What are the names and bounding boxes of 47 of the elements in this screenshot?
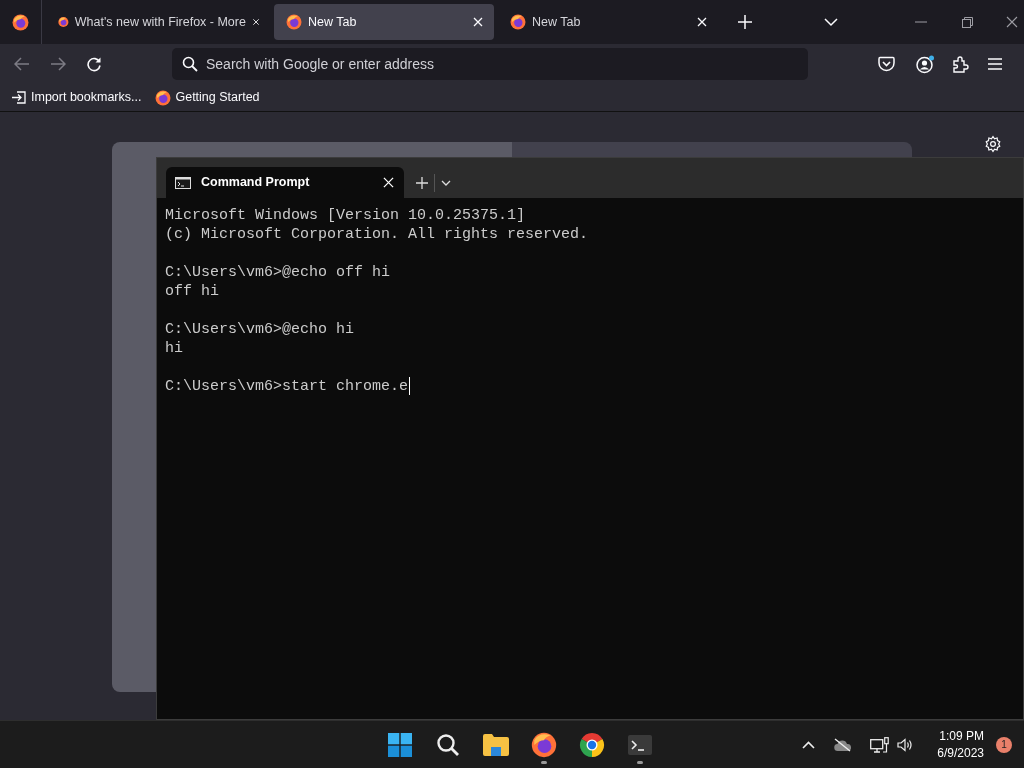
chevron-up-icon[interactable] bbox=[802, 740, 816, 749]
settings-icon[interactable] bbox=[984, 135, 1002, 153]
chrome-icon bbox=[579, 731, 605, 758]
windows-icon bbox=[388, 732, 412, 757]
terminal-icon bbox=[628, 734, 652, 755]
back-icon[interactable] bbox=[14, 57, 30, 71]
chevron-down-icon[interactable] bbox=[824, 17, 838, 27]
firefox-icon bbox=[510, 14, 526, 30]
reload-icon[interactable] bbox=[86, 56, 102, 72]
network-icon[interactable] bbox=[870, 736, 890, 753]
terminal-line: Microsoft Windows [Version 10.0.25375.1] bbox=[165, 206, 526, 225]
cloud-off-icon[interactable] bbox=[833, 737, 853, 752]
bookmark-link[interactable]: Getting Started bbox=[153, 88, 262, 107]
folder-icon bbox=[483, 733, 509, 756]
terminal-line: C:\Users\vm6>@echo off hi bbox=[165, 263, 391, 282]
firefox-icon bbox=[155, 89, 172, 106]
volume-icon[interactable] bbox=[897, 737, 914, 752]
terminal-line: hi bbox=[165, 339, 183, 358]
terminal-line: C:\Users\vm6>start chrome.e bbox=[165, 377, 411, 396]
menu-icon[interactable] bbox=[988, 58, 1002, 70]
text-cursor bbox=[409, 377, 411, 395]
browser-tab[interactable]: New Tab bbox=[498, 4, 718, 40]
terminal-tab[interactable]: Command Prompt bbox=[166, 167, 404, 198]
firefox-icon bbox=[58, 14, 69, 30]
firefox-icon bbox=[12, 13, 29, 31]
terminal-line: C:\Users\vm6>@echo hi bbox=[165, 320, 355, 339]
firefox-icon bbox=[531, 731, 557, 758]
pocket-icon[interactable] bbox=[878, 56, 895, 72]
browser-tab[interactable]: New Tab bbox=[274, 4, 494, 40]
close-icon[interactable] bbox=[1006, 16, 1018, 28]
puzzle-icon[interactable] bbox=[952, 55, 969, 73]
forward-icon[interactable] bbox=[50, 57, 66, 71]
address-field[interactable]: Search with Google or enter address bbox=[172, 48, 808, 80]
account-icon[interactable] bbox=[916, 54, 935, 74]
browser-tab[interactable]: What's new with Firefox - More bbox=[46, 4, 270, 40]
import-icon bbox=[12, 91, 27, 104]
console-icon bbox=[175, 176, 191, 189]
terminal-line: (c) Microsoft Corporation. All rights reserved. bbox=[165, 225, 589, 244]
search-icon bbox=[436, 732, 460, 757]
new-tab-icon[interactable] bbox=[738, 15, 752, 29]
terminal-line: off hi bbox=[165, 282, 219, 301]
firefox-icon bbox=[286, 14, 302, 30]
bookmark-link[interactable]: Import bookmarks... bbox=[10, 88, 144, 107]
notification-badge[interactable]: 1 bbox=[996, 736, 1012, 753]
clock[interactable]: 1:09 PM 6/9/2023 bbox=[937, 727, 984, 762]
restore-icon[interactable] bbox=[962, 16, 973, 28]
close-icon[interactable] bbox=[251, 16, 260, 28]
